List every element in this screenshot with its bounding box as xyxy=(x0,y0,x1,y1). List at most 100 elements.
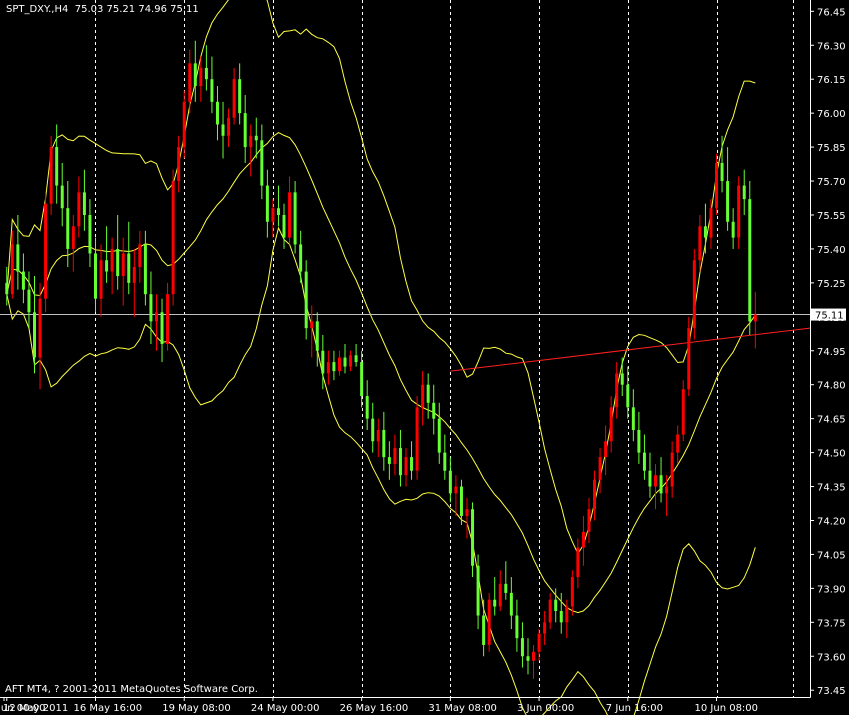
candle-body xyxy=(121,253,125,277)
candle-body xyxy=(426,384,430,403)
candle xyxy=(692,248,696,340)
candle-body xyxy=(620,373,624,385)
price-tick-label: 75.70 xyxy=(817,177,846,188)
candle-body xyxy=(38,298,42,358)
price-tick-label: 74.50 xyxy=(817,449,846,460)
candle-body xyxy=(520,638,524,657)
candle-body xyxy=(565,606,569,623)
candle-body xyxy=(482,615,486,645)
candle-body xyxy=(465,509,469,516)
time-tick-label: 31 May 08:00 xyxy=(428,703,497,714)
candle-body xyxy=(299,244,303,272)
candle-body xyxy=(748,199,752,322)
candle-body xyxy=(576,547,580,578)
time-tick-label: 3 Jun 00:00 xyxy=(517,703,574,714)
candle-body xyxy=(410,457,414,471)
candle-body xyxy=(238,79,242,114)
chart-background xyxy=(0,0,849,715)
candle-body xyxy=(398,448,402,476)
candle xyxy=(715,153,719,215)
candle-body xyxy=(609,407,613,442)
candle-body xyxy=(276,208,280,215)
candle-body xyxy=(138,244,142,268)
candle-body xyxy=(149,294,153,322)
candle-body xyxy=(543,622,547,634)
candle xyxy=(49,135,53,215)
candle-body xyxy=(471,509,475,566)
candle-body xyxy=(448,470,452,494)
candle-body xyxy=(731,221,735,238)
candle-body xyxy=(221,124,225,136)
candle-body xyxy=(665,486,669,494)
candle-body xyxy=(365,396,369,419)
price-tick-label: 75.40 xyxy=(817,245,846,256)
candle-body xyxy=(404,457,408,476)
candle-body xyxy=(282,214,286,238)
candle-body xyxy=(132,267,136,283)
candle-body xyxy=(304,271,308,329)
candle-body xyxy=(271,208,275,222)
candle-body xyxy=(709,208,713,238)
candle-body xyxy=(27,289,31,313)
price-chart[interactable]: 76.45 76.30 76.15 76.00 75.85 75.70 75.55 75.40… xyxy=(0,0,849,715)
candle-body xyxy=(715,162,719,209)
candle-body xyxy=(637,429,641,453)
current-price-label: 75.11 xyxy=(815,311,844,322)
candle-body xyxy=(71,226,75,249)
candle-body xyxy=(382,429,386,458)
candle-body xyxy=(5,282,9,295)
candle-body xyxy=(703,226,707,238)
candle-body xyxy=(753,314,757,322)
candle-body xyxy=(615,373,619,408)
time-tick-label: 16 May 16:00 xyxy=(73,703,142,714)
candle-body xyxy=(116,248,120,277)
candle-body xyxy=(265,185,269,222)
candle-body xyxy=(504,583,508,593)
candle xyxy=(687,316,691,397)
candle-body xyxy=(487,599,491,645)
candle-body xyxy=(387,457,391,464)
candle-body xyxy=(32,312,36,358)
candle-body xyxy=(166,294,170,344)
candle-body xyxy=(681,389,685,435)
candle-body xyxy=(93,253,97,299)
candle-body xyxy=(559,611,563,623)
candle-body xyxy=(476,565,480,616)
candle-body xyxy=(648,470,652,487)
candle-body xyxy=(332,362,336,372)
candle-body xyxy=(77,192,81,227)
candle-body xyxy=(742,185,746,200)
candle-body xyxy=(376,429,380,442)
candle-body xyxy=(554,599,558,612)
candle-body xyxy=(215,101,219,125)
time-tick-label: 15 Jun 00:00 xyxy=(0,703,46,714)
price-tick-label: 75.55 xyxy=(817,211,846,222)
candle-body xyxy=(177,147,181,182)
candle-body xyxy=(171,181,175,295)
candle-body xyxy=(720,162,724,182)
price-tick-label: 74.65 xyxy=(817,415,846,426)
candle-body xyxy=(421,384,425,408)
candle-body xyxy=(193,63,197,86)
candle-body xyxy=(498,583,502,607)
candle-body xyxy=(49,147,53,204)
candle-body xyxy=(227,117,231,136)
candle-body xyxy=(249,135,253,148)
candle-body xyxy=(199,67,203,86)
candle-body xyxy=(21,271,25,290)
time-tick-label: 26 May 16:00 xyxy=(340,703,409,714)
price-tick-label: 76.00 xyxy=(817,109,846,120)
candle-body xyxy=(548,599,552,623)
candle-body xyxy=(443,452,447,471)
candle-body xyxy=(293,192,297,245)
candle-body xyxy=(698,226,702,261)
symbol-label: SPT_DXY.,H4 xyxy=(6,4,69,15)
candle xyxy=(487,592,491,652)
candle xyxy=(681,380,685,442)
candle-body xyxy=(60,185,64,209)
candle-body xyxy=(509,592,513,616)
price-tick-label: 76.30 xyxy=(817,41,846,52)
candle-body xyxy=(243,113,247,148)
price-tick-label: 74.35 xyxy=(817,483,846,494)
candle-body xyxy=(642,452,646,471)
